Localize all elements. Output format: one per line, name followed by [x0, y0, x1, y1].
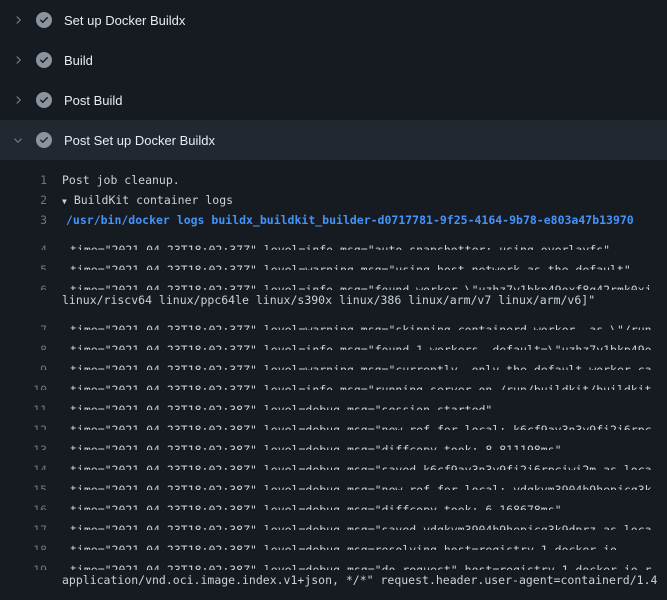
log-line-number[interactable]: 14 — [0, 460, 47, 470]
log-line: 6 time="2021-04-23T18:02:37Z" level=info… — [0, 270, 667, 290]
step-title: Post Set up Docker Buildx — [64, 133, 215, 148]
group-toggle-icon[interactable]: ▼ — [62, 192, 67, 210]
step-title: Post Build — [64, 93, 123, 108]
step-list: Set up Docker Buildx Build Post Build Po… — [0, 0, 667, 160]
log-line-text: /usr/bin/docker logs buildx_buildkit_bui… — [66, 210, 634, 230]
log-line: 12 time="2021-04-23T18:02:38Z" level=deb… — [0, 410, 667, 430]
log-line-number[interactable]: 19 — [0, 560, 47, 570]
log-line-number[interactable]: 17 — [0, 520, 47, 530]
log-line: 4 time="2021-04-23T18:02:37Z" level=info… — [0, 230, 667, 250]
step-title: Build — [64, 53, 93, 68]
log-line-text: time="2021-04-23T18:02:37Z" level=info m… — [70, 240, 610, 250]
log-line-number[interactable]: 11 — [0, 400, 47, 410]
log-line-number[interactable]: 1 — [0, 170, 47, 190]
log-line: 3 /usr/bin/docker logs buildx_buildkit_b… — [0, 210, 667, 230]
log-line-text: time="2021-04-23T18:02:38Z" level=debug … — [70, 540, 617, 550]
log-line: 1 Post job cleanup. — [0, 170, 667, 190]
log-line: 9 time="2021-04-23T18:02:37Z" level=warn… — [0, 350, 667, 370]
log-line-number[interactable]: 15 — [0, 480, 47, 490]
log-line: 20 time="2021-04-23T18:02:38Z" level=deb… — [0, 590, 667, 600]
log-line: 10 time="2021-04-23T18:02:37Z" level=inf… — [0, 370, 667, 390]
log-line: 14 time="2021-04-23T18:02:38Z" level=deb… — [0, 450, 667, 470]
log-line-text: time="2021-04-23T18:02:37Z" level=info m… — [70, 380, 652, 390]
check-circle-icon — [36, 92, 52, 108]
log-line: 7 time="2021-04-23T18:02:37Z" level=warn… — [0, 310, 667, 330]
log-line-text: time="2021-04-23T18:02:38Z" level=debug … — [70, 480, 652, 490]
log-line-text: time="2021-04-23T18:02:38Z" level=debug … — [70, 520, 652, 530]
chevron-right-icon — [12, 134, 24, 146]
log-line-text: time="2021-04-23T18:02:38Z" level=debug … — [70, 560, 652, 570]
log-line-text: time="2021-04-23T18:02:37Z" level=warnin… — [70, 260, 631, 270]
log-line-text: time="2021-04-23T18:02:38Z" level=debug … — [70, 500, 562, 510]
log-line: application/vnd.oci.image.index.v1+json,… — [0, 570, 667, 590]
log-line-text: time="2021-04-23T18:02:37Z" level=warnin… — [70, 320, 652, 330]
log-line-text: application/vnd.oci.image.index.v1+json,… — [62, 570, 657, 590]
check-circle-icon — [36, 12, 52, 28]
log-line-text: time="2021-04-23T18:02:37Z" level=warnin… — [70, 360, 652, 370]
step-header[interactable]: Build — [0, 40, 667, 80]
log-line-number[interactable]: 7 — [0, 320, 47, 330]
log-line-text: time="2021-04-23T18:02:38Z" level=debug … — [70, 420, 652, 430]
log-line-number[interactable]: 5 — [0, 260, 47, 270]
log-line: 19 time="2021-04-23T18:02:38Z" level=deb… — [0, 550, 667, 570]
log-line-number[interactable]: 9 — [0, 360, 47, 370]
log-line: 16 time="2021-04-23T18:02:38Z" level=deb… — [0, 490, 667, 510]
log-line: 5 time="2021-04-23T18:02:37Z" level=warn… — [0, 250, 667, 270]
log-line-text: time="2021-04-23T18:02:37Z" level=info m… — [70, 280, 652, 290]
log-line-text: time="2021-04-23T18:02:38Z" level=debug … — [70, 440, 562, 450]
log-line-number[interactable]: 13 — [0, 440, 47, 450]
log-line-number[interactable]: 6 — [0, 280, 47, 290]
log-line: 15 time="2021-04-23T18:02:38Z" level=deb… — [0, 470, 667, 490]
chevron-right-icon — [12, 14, 24, 26]
log-line-text: time="2021-04-23T18:02:38Z" level=debug … — [70, 400, 492, 410]
check-circle-icon — [36, 52, 52, 68]
log-line-text: BuildKit container logs — [74, 190, 233, 210]
log-output: 1 Post job cleanup. 2 ▼ BuildKit containe… — [0, 160, 667, 600]
log-line-number[interactable]: 3 — [0, 210, 47, 230]
chevron-right-icon — [12, 94, 24, 106]
log-line: 18 time="2021-04-23T18:02:38Z" level=deb… — [0, 530, 667, 550]
step-title: Set up Docker Buildx — [64, 13, 185, 28]
log-line-number[interactable]: 16 — [0, 500, 47, 510]
log-line-text: linux/riscv64 linux/ppc64le linux/s390x … — [62, 290, 595, 310]
step-header[interactable]: Post Build — [0, 80, 667, 120]
log-line-text: time="2021-04-23T18:02:38Z" level=debug … — [70, 460, 652, 470]
step-header[interactable]: Post Set up Docker Buildx — [0, 120, 667, 160]
check-circle-icon — [36, 132, 52, 148]
chevron-right-icon — [12, 54, 24, 66]
step-header[interactable]: Set up Docker Buildx — [0, 0, 667, 40]
log-line: linux/riscv64 linux/ppc64le linux/s390x … — [0, 290, 667, 310]
log-line-number[interactable]: 10 — [0, 380, 47, 390]
log-line-number[interactable]: 8 — [0, 340, 47, 350]
log-line: 13 time="2021-04-23T18:02:38Z" level=deb… — [0, 430, 667, 450]
log-line: 8 time="2021-04-23T18:02:37Z" level=info… — [0, 330, 667, 350]
log-line: 17 time="2021-04-23T18:02:38Z" level=deb… — [0, 510, 667, 530]
log-line-number[interactable]: 12 — [0, 420, 47, 430]
log-line-number[interactable]: 18 — [0, 540, 47, 550]
log-line: 2 ▼ BuildKit container logs — [0, 190, 667, 210]
log-line-number[interactable]: 2 — [0, 190, 47, 210]
log-line-text: Post job cleanup. — [62, 170, 180, 190]
log-line: 11 time="2021-04-23T18:02:38Z" level=deb… — [0, 390, 667, 410]
log-line-text: time="2021-04-23T18:02:37Z" level=info m… — [70, 340, 652, 350]
log-line-number[interactable]: 4 — [0, 240, 47, 250]
actions-log-viewer: Set up Docker Buildx Build Post Build Po… — [0, 0, 667, 600]
